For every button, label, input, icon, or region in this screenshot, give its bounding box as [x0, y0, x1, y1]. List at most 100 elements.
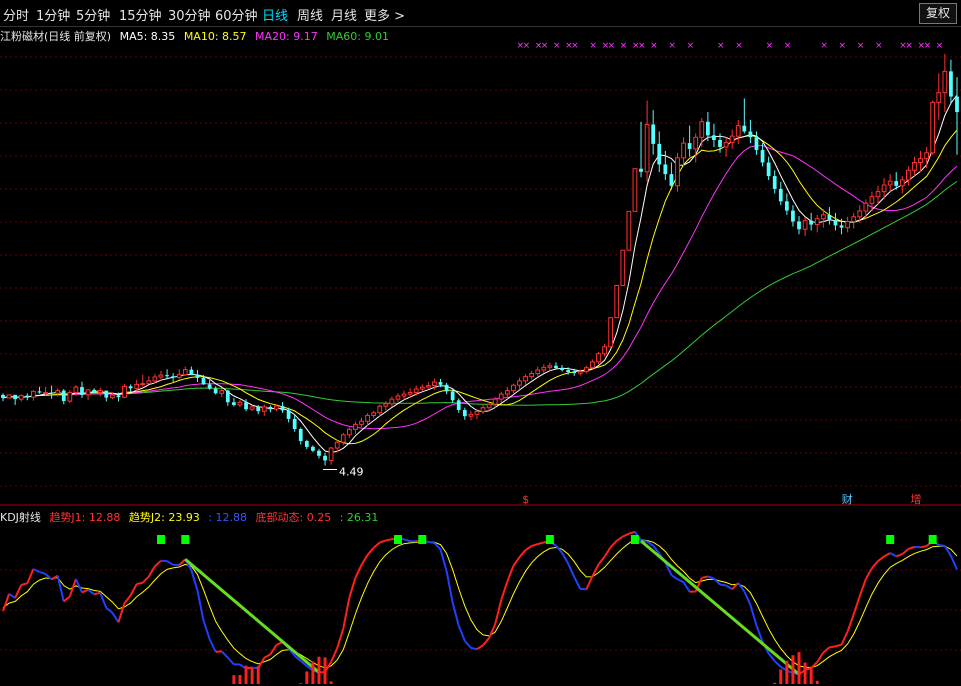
- kdj-j1-segment: [8, 593, 16, 599]
- kdj-j1-segment: [445, 570, 454, 603]
- kdj-j1-segment: [68, 578, 77, 597]
- kdj-j1-segment: [32, 568, 40, 573]
- candle-body: [286, 410, 291, 419]
- candle-body: [171, 376, 176, 378]
- kdj-j1-segment: [202, 620, 211, 640]
- candle-body: [535, 369, 541, 375]
- candle-body: [626, 210, 632, 251]
- kdj-j1-segment: [26, 568, 35, 584]
- kdj-j1-segment: [725, 584, 733, 591]
- signal-x-marker: ×: [820, 41, 828, 51]
- kdj-j1-segment: [603, 546, 612, 558]
- candle-body: [419, 386, 425, 390]
- kdj-j1-segment: [737, 582, 746, 592]
- candle-body: [566, 370, 570, 372]
- candle-body: [43, 392, 48, 395]
- candle-body: [669, 174, 674, 186]
- signal-x-marker: ×: [608, 41, 616, 51]
- kdj-j1-segment: [263, 653, 271, 659]
- candle-body: [504, 390, 510, 395]
- kdj-j1-segment: [500, 581, 509, 601]
- candle-body: [529, 373, 535, 378]
- kdj-j1-segment: [373, 541, 381, 549]
- kdj-j1-segment: [858, 578, 867, 597]
- kdj-j1-segment: [628, 530, 636, 535]
- candle-body: [134, 383, 140, 389]
- candle-body: [735, 125, 741, 137]
- candle-body: [37, 391, 42, 393]
- candle-body: [590, 361, 595, 369]
- bottom-signal-bar: [311, 661, 315, 684]
- bottom-signal-bar: [250, 667, 254, 684]
- candle-body: [955, 96, 959, 113]
- bottom-signal-bar: [238, 675, 242, 684]
- ma60-line: [2, 180, 958, 406]
- kdj-j1-segment: [895, 553, 903, 558]
- candle-body: [772, 176, 777, 189]
- signal-x-marker: ×: [857, 41, 865, 51]
- candle-body: [742, 125, 747, 132]
- signal-x-marker: ×: [839, 41, 847, 51]
- kdj-j1-segment: [920, 545, 927, 549]
- kdj-j1-segment: [573, 576, 582, 590]
- candle-body: [92, 389, 97, 393]
- kdj-j1-segment: [342, 597, 351, 629]
- candle-body: [554, 365, 558, 369]
- kdj-j1-segment: [713, 577, 721, 586]
- candle-body: [705, 121, 710, 136]
- candle-body: [875, 191, 881, 198]
- signal-x-marker: ×: [638, 41, 646, 51]
- kdj-j1-segment: [123, 594, 132, 604]
- candle-body: [899, 179, 905, 187]
- candle-body: [232, 402, 236, 405]
- candle-body: [791, 210, 795, 222]
- kdj-j1-segment: [822, 646, 831, 654]
- candle-body: [219, 390, 225, 394]
- candle-body: [311, 446, 315, 451]
- candle-body: [158, 374, 164, 378]
- kdj-j1-segment: [846, 613, 855, 632]
- candle-body: [687, 143, 692, 149]
- kdj-j1-segment: [99, 592, 108, 609]
- candle-body: [942, 70, 948, 94]
- candle-body: [438, 382, 443, 385]
- peak-signal-squares: [156, 535, 937, 544]
- kdj-j1-segment: [774, 660, 782, 668]
- bottom-signal-bar: [232, 675, 236, 684]
- candle-body: [657, 143, 662, 165]
- candle-body: [389, 398, 395, 405]
- kdj-j1-segment: [20, 582, 28, 586]
- candle-body: [675, 157, 680, 187]
- candle-body: [924, 152, 930, 160]
- candle-body: [176, 374, 182, 378]
- candlestick-chart[interactable]: 4.49×× ×× × ×× × ×× × ×× × × × × × × × × × × × ×× ×× ×$ 财增: [0, 0, 961, 686]
- candle-body: [61, 390, 66, 402]
- peak-signal-square: [181, 535, 190, 544]
- candle-body: [930, 101, 936, 154]
- candle-body: [620, 249, 626, 286]
- candle-body: [207, 384, 212, 389]
- kdj-j1-segment: [117, 602, 126, 623]
- candle-body: [894, 181, 899, 186]
- candle-body: [596, 353, 601, 363]
- bottom-signal-bar: [809, 666, 813, 684]
- signal-markers: ×× ×× × ×× × ×× × ×× × × × × × × × × × × × ×× ×× ×: [516, 41, 943, 51]
- peak-signal-square: [393, 535, 402, 544]
- kdj-j1-segment: [147, 565, 156, 578]
- candle-body: [632, 168, 638, 212]
- candle-body: [340, 434, 346, 443]
- candle-body: [80, 387, 84, 395]
- kdj-j1-segment: [567, 563, 576, 578]
- candle-body: [577, 371, 583, 374]
- kdj-j1-segment: [63, 595, 71, 603]
- signal-x-marker: ×: [924, 41, 932, 51]
- bottom-signal-bars: [232, 652, 819, 684]
- kdj-j1-segment: [476, 644, 484, 651]
- candle-body: [298, 429, 303, 442]
- candle-body: [323, 455, 327, 461]
- kdj-j1-segment: [354, 564, 363, 579]
- candle-body: [480, 407, 486, 413]
- kdj-j1-segment: [360, 554, 369, 566]
- signal-x-marker: ×: [936, 41, 944, 51]
- kdj-j1-segment: [731, 582, 739, 591]
